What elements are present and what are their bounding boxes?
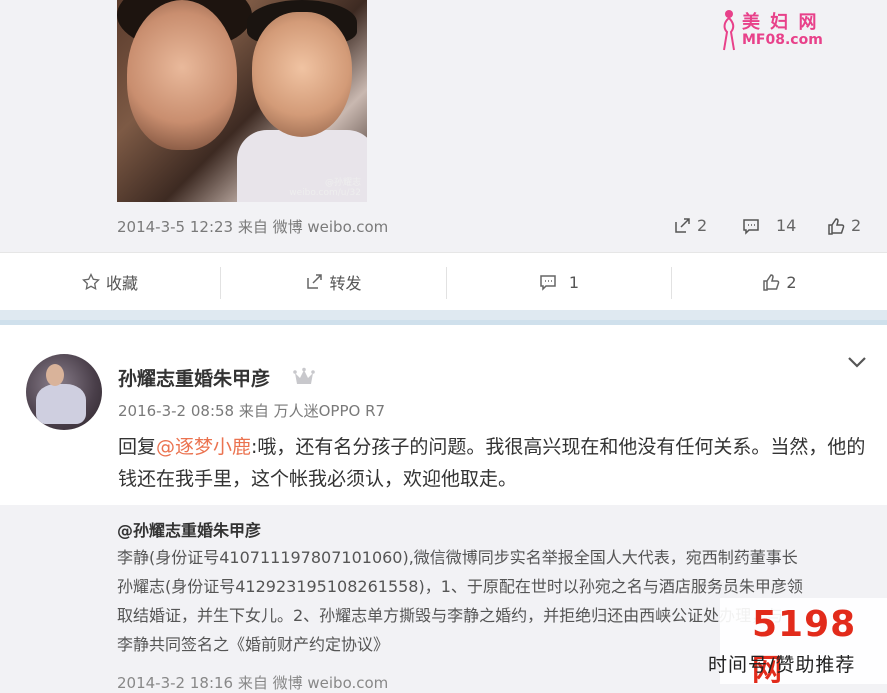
watermark-tagline: 时间号/赞助推荐: [708, 654, 856, 676]
avatar-detail: [46, 364, 64, 386]
post-meta: 2016-3-2 08:58 来自 万人迷OPPO R7: [118, 402, 386, 420]
comment-count: 14: [776, 216, 797, 235]
quoted-author[interactable]: @孙耀志重婚朱甲彦: [117, 517, 261, 541]
repost-stat[interactable]: 2: [673, 216, 707, 235]
comment-button[interactable]: 1: [447, 253, 671, 311]
crown-icon: [293, 367, 315, 384]
repost-label: 转发: [329, 274, 362, 293]
repost-count: 2: [697, 216, 708, 235]
favorite-label: 收藏: [105, 274, 138, 293]
avatar[interactable]: [26, 354, 102, 430]
comment-icon: [743, 218, 759, 235]
thumbs-up-icon: [828, 217, 845, 235]
comment-stat[interactable]: 14: [742, 216, 796, 235]
chevron-down-icon[interactable]: [846, 354, 868, 370]
photo-watermark: @孙耀志 weibo.com/u/32: [289, 178, 361, 198]
action-bar: 收藏 转发 1 2: [0, 252, 887, 311]
share-icon: [307, 274, 323, 289]
comment-icon: [540, 275, 556, 291]
post-meta: 2014-3-5 12:23 来自 微博 weibo.com: [117, 218, 389, 236]
photo-detail: [252, 12, 352, 137]
like-count: 2: [851, 216, 862, 235]
photo-detail: [127, 0, 237, 150]
logo-text: 美 妇 网: [742, 12, 819, 33]
mention-link[interactable]: @逐梦小鹿: [156, 436, 251, 458]
post-photo[interactable]: @孙耀志 weibo.com/u/32: [117, 0, 367, 202]
woman-figure-icon: [723, 10, 735, 51]
logo-url: MF08.com: [742, 32, 823, 48]
site-logo: 美 妇 网 MF08.com: [718, 6, 833, 54]
favorite-button[interactable]: 收藏: [0, 253, 220, 311]
quoted-meta: 2014-3-2 18:16 来自 微博 weibo.com: [117, 674, 389, 692]
like-button[interactable]: 2: [672, 253, 887, 311]
avatar-detail: [36, 384, 86, 424]
quoted-line: 孙耀志(身份证号412923195108261558)，1、于原配在世时以孙宛之…: [117, 577, 803, 596]
author-name[interactable]: 孙耀志重婚朱甲彦: [118, 364, 270, 391]
like-count: 2: [786, 272, 797, 292]
thumbs-up-icon: [763, 274, 780, 291]
brand-number: 5198: [752, 604, 857, 645]
post-text: 回复@逐梦小鹿:哦，还有名分孩子的问题。我很高兴现在和他没有任何关系。当然，他的…: [118, 431, 868, 495]
previous-post: @孙耀志 weibo.com/u/32 2014-3-5 12:23 来自 微博…: [0, 0, 887, 252]
reply-prefix: 回复: [118, 436, 157, 458]
repost-button[interactable]: 转发: [221, 253, 446, 311]
star-icon: [82, 273, 100, 291]
quoted-line: 李静(身份证号410711197807101060),微信微博同步实名举报全国人…: [117, 548, 798, 567]
like-stat[interactable]: 2: [827, 216, 861, 235]
comment-count: 1: [568, 272, 580, 292]
share-icon: [675, 217, 690, 233]
